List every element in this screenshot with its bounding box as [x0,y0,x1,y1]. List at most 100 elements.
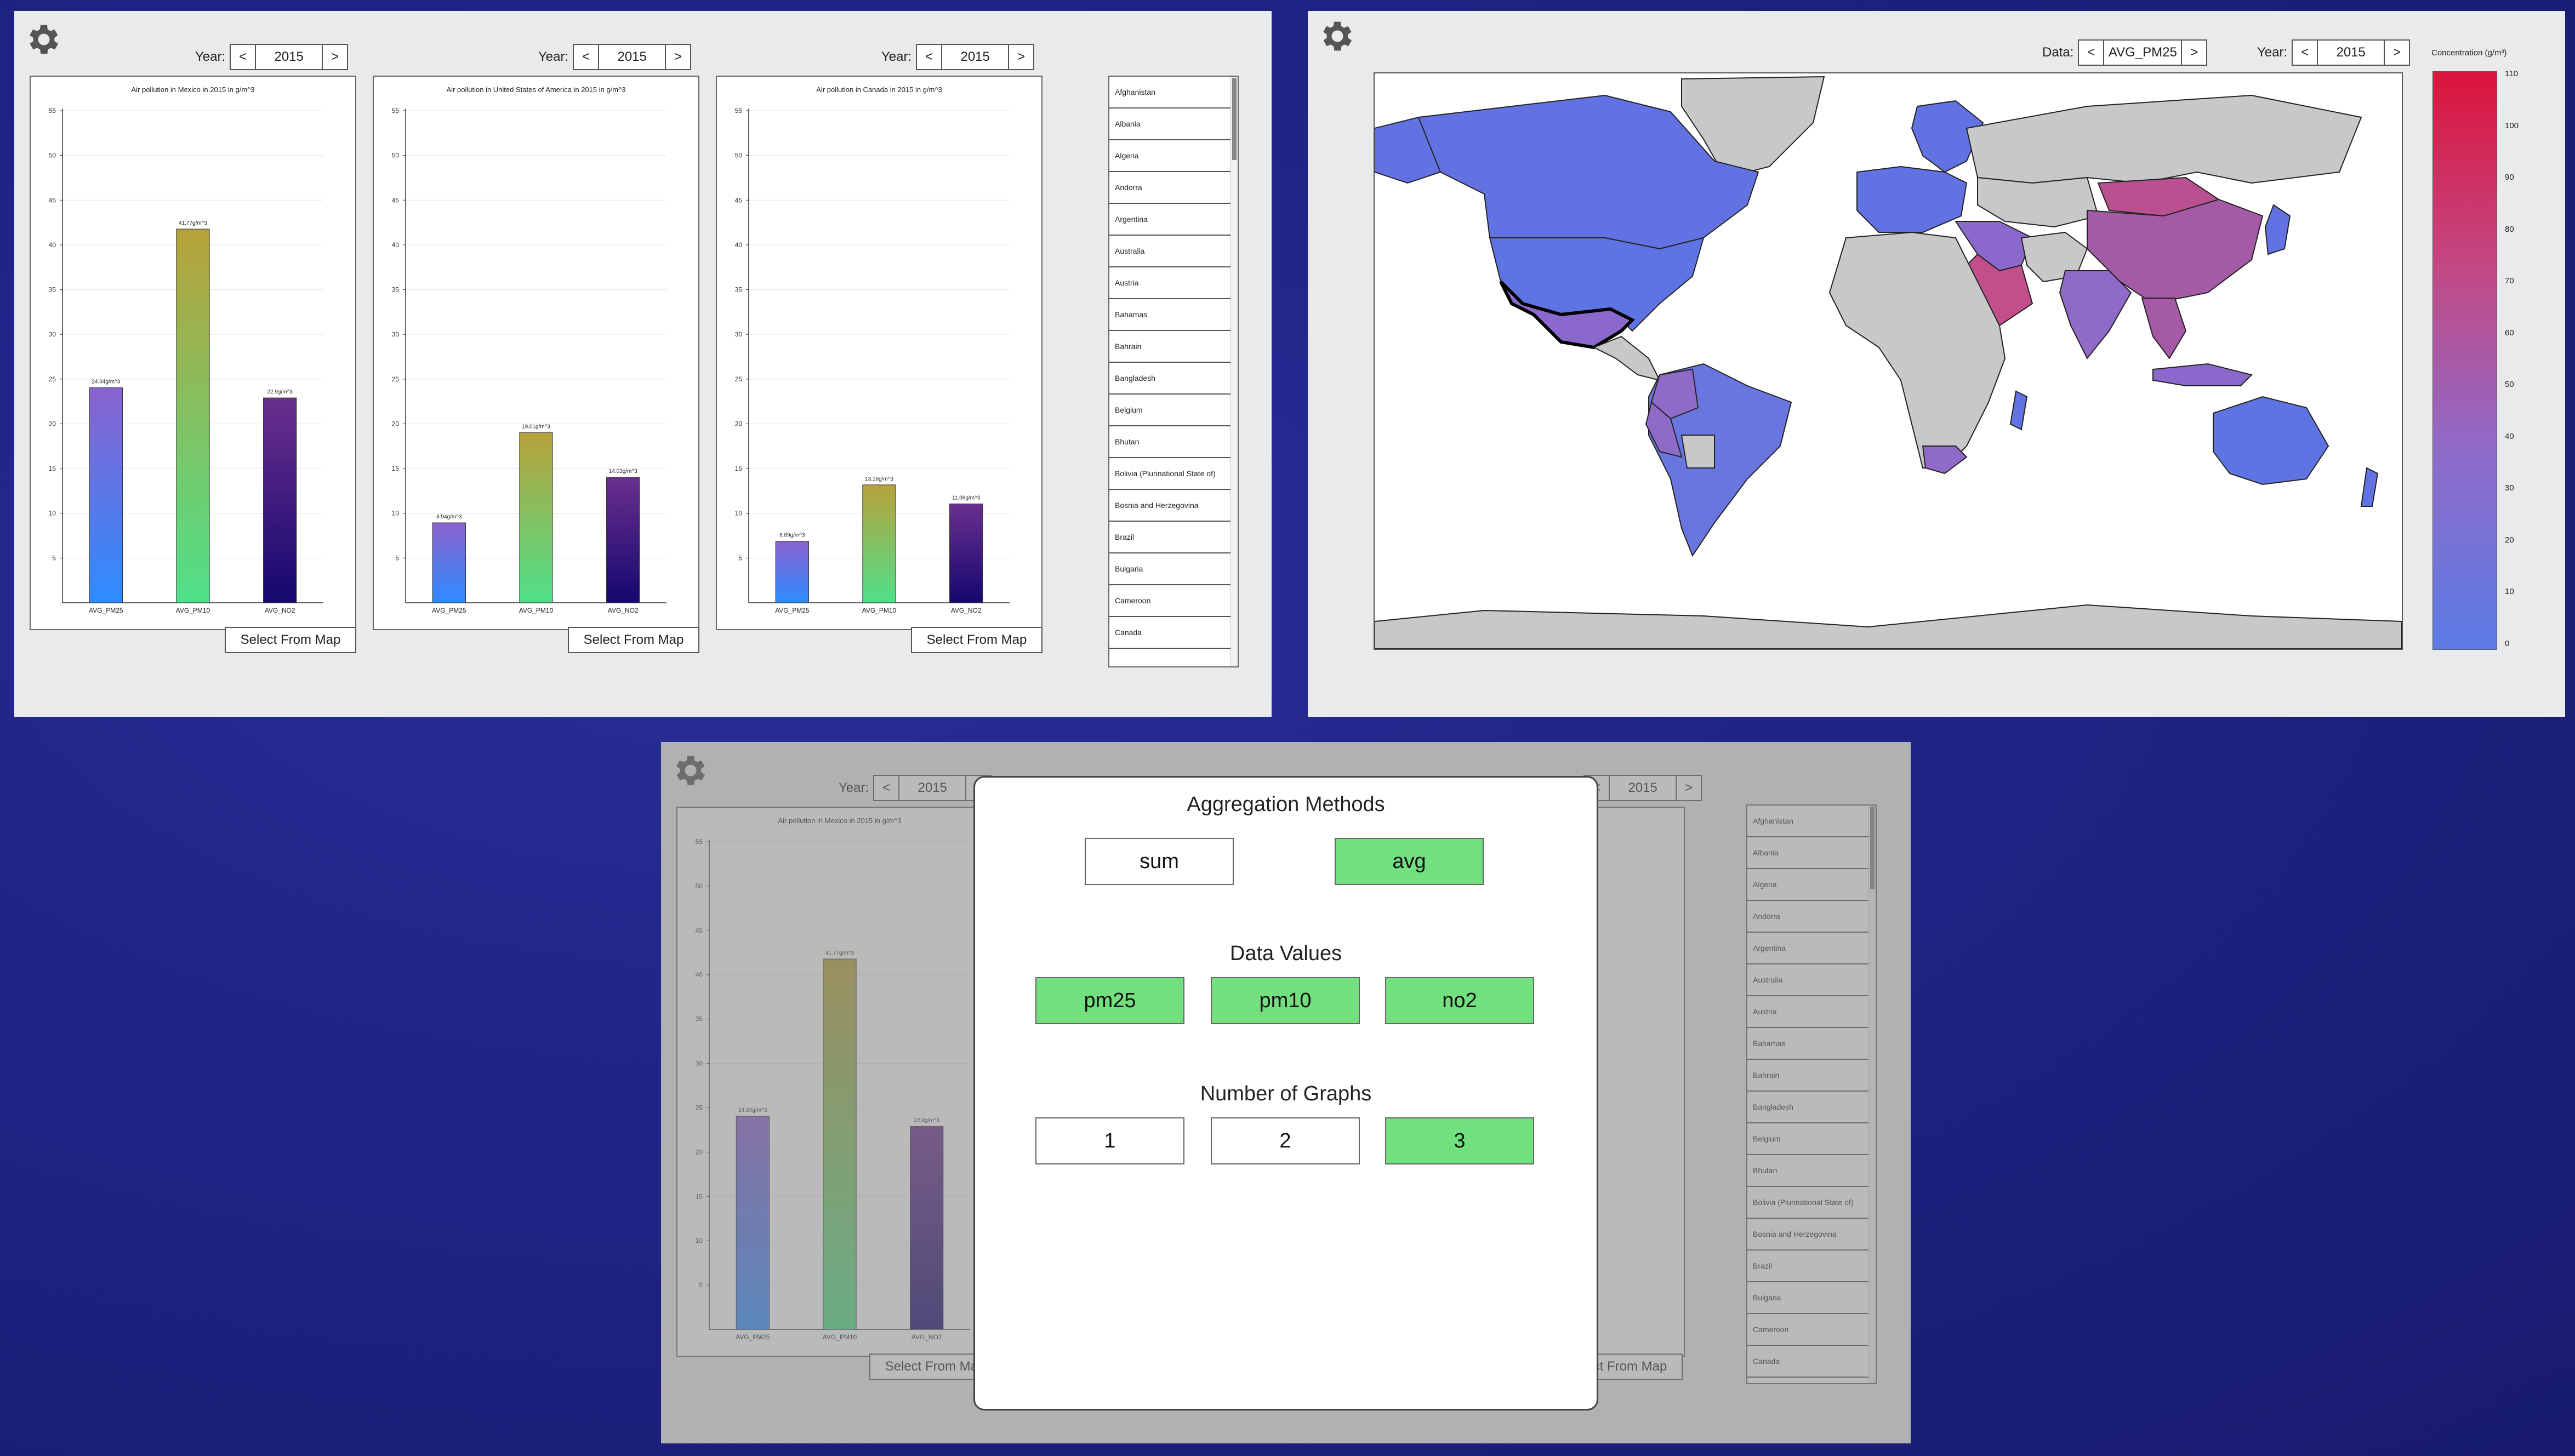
select-from-map-button[interactable]: Select From Map [911,627,1042,653]
settings-modal: Aggregation Methods sum avg Data Values … [973,776,1598,1411]
country-list-item[interactable]: Andorra [1109,172,1238,204]
country-list[interactable]: AfghanistanAlbaniaAlgeriaAndorraArgentin… [1108,76,1239,667]
country-list-item[interactable]: Algeria [1109,140,1238,172]
data-values-title: Data Values [1229,942,1342,965]
settings-gear-icon[interactable] [1318,16,1357,56]
y-tick-label: 50 [392,152,400,159]
bar [432,522,466,603]
map-region-antarctica[interactable] [1375,604,2402,649]
data-prev-button[interactable]: < [2079,41,2105,65]
country-list-item[interactable]: Bosnia and Herzegovina [1109,490,1238,522]
y-tick-label: 10 [49,510,56,517]
y-tick-label: 30 [49,330,56,338]
year-prev-button[interactable]: < [2293,41,2318,65]
map-region-south-africa[interactable] [1922,446,1968,475]
map-region-india[interactable] [2059,270,2132,359]
country-list-item[interactable]: Austria [1109,267,1238,299]
bar [862,484,896,603]
legend-tick-label: 40 [2505,431,2514,441]
select-from-map-button[interactable]: Select From Map [568,627,699,653]
country-list-item[interactable]: Bolivia (Plurinational State of) [1109,458,1238,490]
graphs-3-button[interactable]: 3 [1385,1117,1534,1164]
y-tick-label: 30 [735,330,743,338]
x-tick-label: AVG_PM25 [89,607,123,614]
country-list-item[interactable]: Bahrain [1109,331,1238,363]
country-list-item[interactable]: Bahamas [1109,299,1238,331]
settings-gear-icon[interactable] [24,20,64,59]
year-next-button[interactable]: > [1008,45,1033,69]
country-list-item[interactable]: Canada [1109,617,1238,649]
y-tick-label: 20 [392,420,400,427]
data-label: 6.89g/m^3 [779,533,805,539]
select-from-map-button[interactable]: Select From Map [225,627,356,653]
y-tick-label: 40 [49,241,56,249]
y-tick-label: 25 [735,375,743,383]
bar-chart-canada: Air pollution in Canada in 2015 in g/m^3… [716,76,1042,630]
data-label: 14.03g/m^3 [609,469,637,475]
map-region-new-zealand[interactable] [2360,467,2379,507]
concentration-legend-bar [2432,71,2497,650]
number-of-graphs-title: Number of Graphs [1200,1082,1372,1105]
world-map[interactable] [1374,72,2403,650]
x-tick-label: AVG_PM25 [775,607,810,614]
country-list-scrollbar[interactable] [1230,77,1238,666]
agg-sum-button[interactable]: sum [1085,838,1234,885]
graphs-2-button[interactable]: 2 [1211,1117,1360,1164]
data-pm25-button[interactable]: pm25 [1035,977,1184,1024]
data-next-button[interactable]: > [2181,41,2206,65]
country-list-item[interactable]: Bulgaria [1109,553,1238,585]
map-region-indonesia[interactable] [2152,363,2253,386]
country-list-item[interactable]: Bangladesh [1109,363,1238,395]
map-region-madagascar[interactable] [2009,390,2028,431]
map-region-europe[interactable] [1856,165,1968,233]
legend-tick-label: 50 [2505,380,2514,390]
year-value: 2015 [2336,45,2366,60]
chart-title: Air pollution in Mexico in 2015 in g/m^3 [131,85,254,94]
bar-chart-mexico: Air pollution in Mexico in 2015 in g/m^3… [30,76,356,630]
map-region-russia[interactable] [1966,94,2362,184]
country-list-item[interactable]: Afghanistan [1109,77,1238,109]
country-list-item[interactable]: Belgium [1109,395,1238,426]
year-next-button[interactable]: > [322,45,347,69]
data-no2-button[interactable]: no2 [1385,977,1534,1024]
country-list-item[interactable]: Cameroon [1109,585,1238,617]
legend-title: Concentration (g/m³) [2431,48,2507,58]
year-label: Year: [2257,45,2288,60]
data-label: 19.01g/m^3 [522,424,550,430]
y-tick-label: 55 [49,107,56,115]
graphs-1-button[interactable]: 1 [1035,1117,1184,1164]
year-prev-button[interactable]: < [231,45,257,69]
country-list-item[interactable]: Brazil [1109,522,1238,553]
y-tick-label: 10 [392,510,400,517]
year-prev-button[interactable]: < [574,45,600,69]
bar [89,387,123,603]
x-tick-label: AVG_NO2 [951,607,982,614]
y-tick-label: 55 [735,107,743,115]
map-region-central-america[interactable] [1592,335,1661,381]
bar [263,397,297,603]
map-region-bolivia[interactable] [1680,435,1715,469]
country-list-item[interactable]: Australia [1109,236,1238,267]
data-label: 24.04g/m^3 [92,379,120,385]
year-prev-button[interactable]: < [917,45,943,69]
bar [606,477,640,603]
y-tick-label: 5 [395,554,399,562]
data-pm10-button[interactable]: pm10 [1211,977,1360,1024]
country-list-item[interactable]: Bhutan [1109,426,1238,458]
year-next-button[interactable]: > [665,45,690,69]
country-list-item[interactable]: Argentina [1109,204,1238,236]
agg-avg-button[interactable]: avg [1335,838,1484,885]
bar-chart-svg: Air pollution in United States of Americ… [392,85,666,614]
map-region-japan[interactable] [2264,204,2291,255]
data-label: 13.18g/m^3 [865,476,893,482]
data-control: Data: < AVG_PM25 > [2042,39,2208,66]
year-next-button[interactable]: > [2384,41,2409,65]
map-region-central-asia[interactable] [1977,176,2099,228]
country-list-item[interactable]: Albania [1109,109,1238,140]
charts-panel: Year: < 2015 > Year: < 2015 > Year: < 20… [14,11,1272,717]
map-region-southeast-asia[interactable] [2141,298,2187,359]
legend-tick-label: 20 [2505,535,2514,545]
data-label: Data: [2042,45,2074,60]
map-region-australia[interactable] [2213,396,2329,486]
bar [775,541,809,603]
